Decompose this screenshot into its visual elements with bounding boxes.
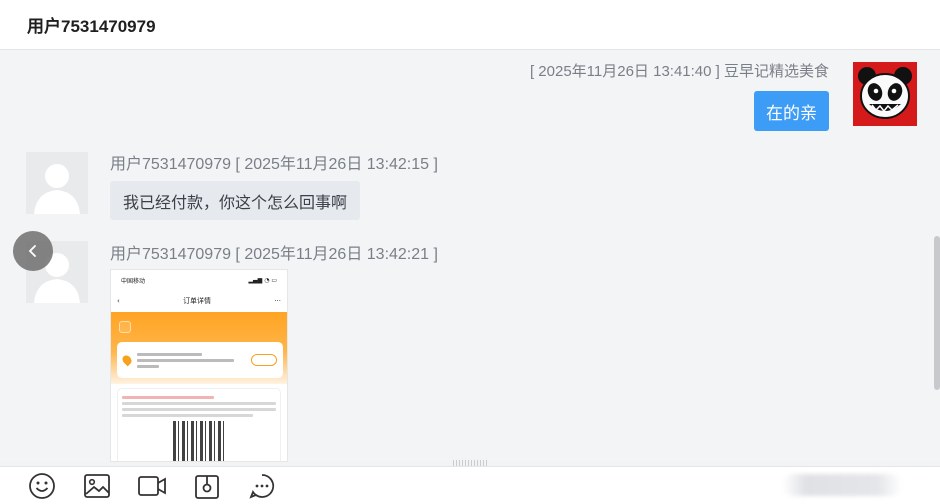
file-button[interactable] [192, 471, 222, 501]
message-meta-outgoing: [ 2025年11月26日 13:41:40 ] 豆早记精选美食 [529, 63, 829, 80]
qr-code-icon [173, 421, 225, 461]
file-icon [195, 474, 219, 499]
quick-reply-icon [249, 473, 275, 499]
video-button[interactable] [137, 471, 167, 501]
attachment-address-button [251, 354, 277, 366]
message-meta-incoming: 用户7531470979 [ 2025年11月26日 13:42:21 ] [110, 246, 438, 263]
emoji-button[interactable] [27, 471, 57, 501]
image-button[interactable] [82, 471, 112, 501]
previous-button[interactable] [13, 231, 53, 271]
chat-header: 用户7531470979 [0, 0, 940, 50]
default-avatar-icon [26, 152, 88, 214]
chevron-left-icon [28, 245, 36, 257]
quick-reply-button[interactable] [247, 471, 277, 501]
attachment-carrier: 中国移动 [121, 277, 146, 285]
back-icon: ‹ [117, 297, 120, 305]
signal-icon: ▂▄▆ ◔ ▭ [248, 276, 277, 284]
attachment-status-bar: 中国移动 ▂▄▆ ◔ ▭ [111, 270, 287, 290]
message-meta-incoming: 用户7531470979 [ 2025年11月26日 13:42:15 ] [110, 156, 438, 173]
shop-avatar[interactable] [853, 62, 917, 126]
attachment-banner [111, 312, 287, 384]
video-icon [138, 475, 166, 496]
user-avatar[interactable] [26, 152, 88, 214]
chat-title: 用户7531470979 [27, 17, 156, 36]
emoji-icon [29, 472, 55, 499]
more-icon: ··· [274, 297, 281, 305]
attachment-nav-bar: ‹ 订单详情 ··· [111, 290, 287, 312]
scrollbar[interactable] [934, 236, 940, 390]
image-icon [84, 473, 110, 498]
panda-avatar-icon [853, 62, 917, 126]
message-list[interactable]: [ 2025年11月26日 13:41:40 ] 豆早记精选美食 在的亲 用户7… [0, 50, 940, 462]
attachment-address-card [117, 342, 283, 378]
shop-icon [119, 321, 131, 333]
image-attachment[interactable]: 中国移动 ▂▄▆ ◔ ▭ ‹ 订单详情 ··· [110, 269, 288, 462]
attachment-notice [117, 388, 281, 461]
location-icon [120, 353, 134, 367]
blurred-area [782, 474, 902, 496]
attachment-shop-strip [119, 321, 131, 333]
message-bubble-incoming[interactable]: 我已经付款，你这个怎么回事啊 [110, 181, 361, 220]
attachment-page-title: 订单详情 [183, 297, 212, 305]
message-bubble-outgoing[interactable]: 在的亲 [754, 91, 829, 131]
